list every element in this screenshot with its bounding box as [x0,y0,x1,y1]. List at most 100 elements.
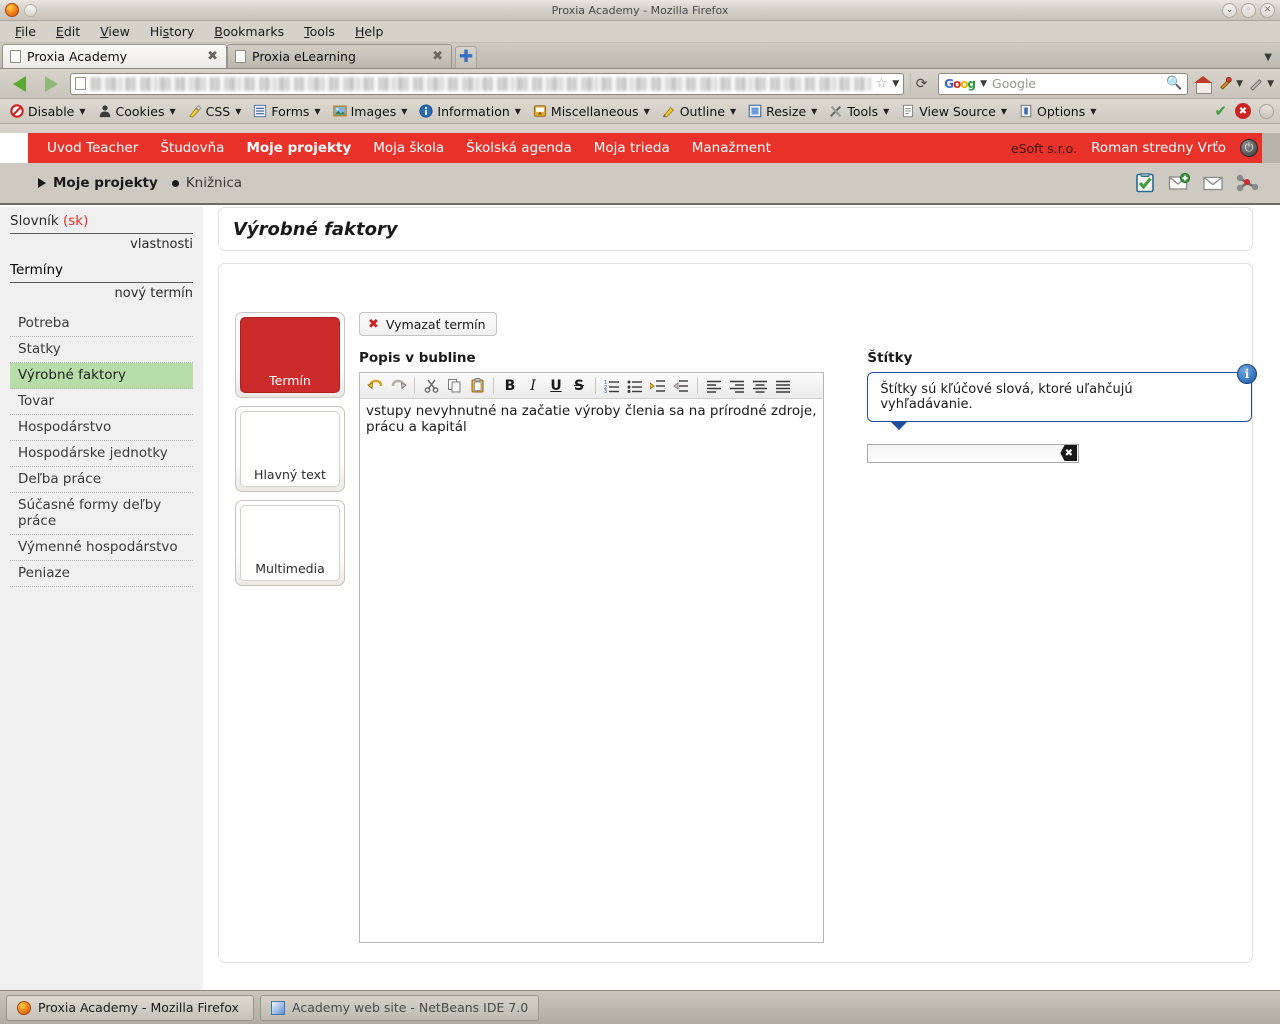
devbar-outline[interactable]: Outline ▼ [656,104,742,119]
validation-pass-icon[interactable]: ✔ [1214,102,1227,120]
new-tab-button[interactable]: ✚ [455,46,477,68]
breadcrumb-item-moje-projekty[interactable]: Moje projekty [38,175,158,191]
term-item-statky[interactable]: Statky [10,337,193,363]
properties-link[interactable]: vlastnosti [10,234,193,256]
menu-file[interactable]: FFileile [6,22,45,42]
breadcrumb-item-kniznica[interactable]: Knižnica [171,175,242,191]
chevron-down-icon[interactable]: ▼ [892,79,899,89]
bullet-list-icon[interactable] [624,375,646,397]
new-term-link[interactable]: nový termín [10,283,193,305]
devbar-miscellaneous[interactable]: Miscellaneous ▼ [527,104,656,119]
outdent-icon[interactable] [670,375,692,397]
window-maximize-button[interactable]: ◦ [1241,2,1256,18]
addon-button-2[interactable]: ▼ [1249,76,1274,91]
cut-icon[interactable] [420,375,442,397]
align-center-icon[interactable] [749,375,771,397]
term-item-tovar[interactable]: Tovar [10,389,193,415]
close-icon[interactable]: ✖ [207,49,218,64]
window-close-button[interactable]: ✕ [1260,2,1275,18]
clipboard-check-icon[interactable] [1134,172,1156,193]
term-item-peniaze[interactable]: Peniaze [10,561,193,587]
tags-input[interactable] [867,444,1080,463]
menu-edit[interactable]: Edit [47,22,89,42]
strikethrough-icon[interactable]: S [568,375,590,397]
validation-neutral-icon[interactable] [1259,103,1274,119]
term-item-delba-prace[interactable]: Deľba práce [10,467,193,493]
menu-tools[interactable]: Tools [295,22,344,42]
chevron-down-icon[interactable]: ▼ [169,107,175,116]
italic-icon[interactable]: I [522,375,544,397]
reload-button[interactable]: ⟳ [910,72,932,95]
align-left-icon[interactable] [703,375,725,397]
chevron-down-icon[interactable]: ▼ [235,107,241,116]
chevron-down-icon[interactable]: ▼ [1090,107,1096,116]
chevron-down-icon[interactable]: ▼ [515,107,521,116]
menu-help[interactable]: Help [346,22,393,42]
chevron-down-icon[interactable]: ▼ [644,107,650,116]
devbar-view-source[interactable]: View Source ▼ [895,104,1013,119]
redo-icon[interactable] [387,375,409,397]
validation-error-icon[interactable]: ✖ [1235,103,1251,119]
chevron-down-icon[interactable]: ▼ [1267,79,1274,89]
tab-proxia-academy[interactable]: Proxia Academy ✖ [2,44,227,68]
devbar-information[interactable]: Information ▼ [413,104,527,119]
taskbar-item-firefox[interactable]: Proxia Academy - Mozilla Firefox [6,994,254,1021]
rte-content[interactable]: vstupy nevyhnutné na začatie výroby člen… [360,399,823,942]
chevron-down-icon[interactable]: ▼ [980,79,987,89]
nav-skolska-agenda[interactable]: Školská agenda [455,140,583,156]
term-item-hospodarske-jednotky[interactable]: Hospodárske jednotky [10,441,193,467]
term-item-hospodarstvo[interactable]: Hospodárstvo [10,415,193,441]
devbar-tools[interactable]: Tools ▼ [823,104,895,119]
devbar-cookies[interactable]: Cookies ▼ [92,104,182,119]
user-name[interactable]: Roman stredny Vrťo [1091,140,1226,156]
nav-moja-skola[interactable]: Moja škola [362,140,455,156]
back-button[interactable] [6,72,32,96]
numbered-list-icon[interactable]: 123 [601,375,623,397]
chevron-down-icon[interactable]: ▼ [811,107,817,116]
info-icon[interactable]: i [1237,364,1257,384]
undo-icon[interactable] [364,375,386,397]
power-icon[interactable]: ⏻ [1240,139,1258,157]
justify-icon[interactable] [772,375,794,397]
devbar-disable[interactable]: Disable ▼ [4,104,92,119]
term-item-potreba[interactable]: Potreba [10,311,193,337]
devbar-resize[interactable]: Resize ▼ [742,104,823,119]
underline-icon[interactable]: U [545,375,567,397]
devbar-css[interactable]: CSS ▼ [182,104,248,119]
envelope-icon[interactable] [1202,173,1224,193]
window-menu-icon[interactable] [24,3,37,17]
thumb-multimedia[interactable]: Multimedia [235,500,345,586]
devbar-options[interactable]: Options ▼ [1013,104,1102,119]
tab-proxia-elearning[interactable]: Proxia eLearning ✖ [227,44,452,68]
chevron-down-icon[interactable]: ▼ [883,107,889,116]
chevron-down-icon[interactable]: ▼ [401,107,407,116]
nav-moje-projekty[interactable]: Moje projekty [235,140,362,156]
search-icon[interactable]: 🔍 [1166,76,1182,91]
devbar-images[interactable]: Images ▼ [327,104,414,119]
taskbar-item-netbeans[interactable]: Academy web site - NetBeans IDE 7.0 [260,994,540,1021]
term-item-vymenne-hospodarstvo[interactable]: Výmenné hospodárstvo [10,535,193,561]
copy-icon[interactable] [443,375,465,397]
forward-button[interactable] [38,72,64,96]
addon-button-1[interactable]: ▼ [1218,76,1243,91]
delete-term-button[interactable]: ✖ Vymazať termín [359,312,497,336]
align-right-icon[interactable] [726,375,748,397]
menu-bookmarks[interactable]: Bookmarks [205,22,293,42]
indent-icon[interactable] [647,375,669,397]
molecule-icon[interactable] [1236,173,1259,193]
paste-icon[interactable] [466,375,488,397]
nav-moja-trieda[interactable]: Moja trieda [583,140,681,156]
chevron-down-icon[interactable]: ▼ [79,107,85,116]
menu-view[interactable]: View [91,22,139,42]
search-input[interactable]: Google [992,76,1161,91]
chevron-down-icon[interactable]: ▼ [730,107,736,116]
url-bar[interactable]: ☆ ▼ [70,72,905,95]
bold-icon[interactable]: B [499,375,521,397]
term-item-sucasne-formy-delby-prace[interactable]: Súčasné formy deľby práce [10,493,193,535]
search-bar[interactable]: Goog ▼ Google 🔍 [938,72,1189,95]
menu-history[interactable]: History [141,22,203,42]
chevron-down-icon[interactable]: ▼ [1264,52,1272,63]
thumb-termin[interactable]: Termín [235,312,345,398]
bookmark-star-icon[interactable]: ☆ [876,76,888,91]
nav-manazment[interactable]: Manažment [681,140,782,156]
